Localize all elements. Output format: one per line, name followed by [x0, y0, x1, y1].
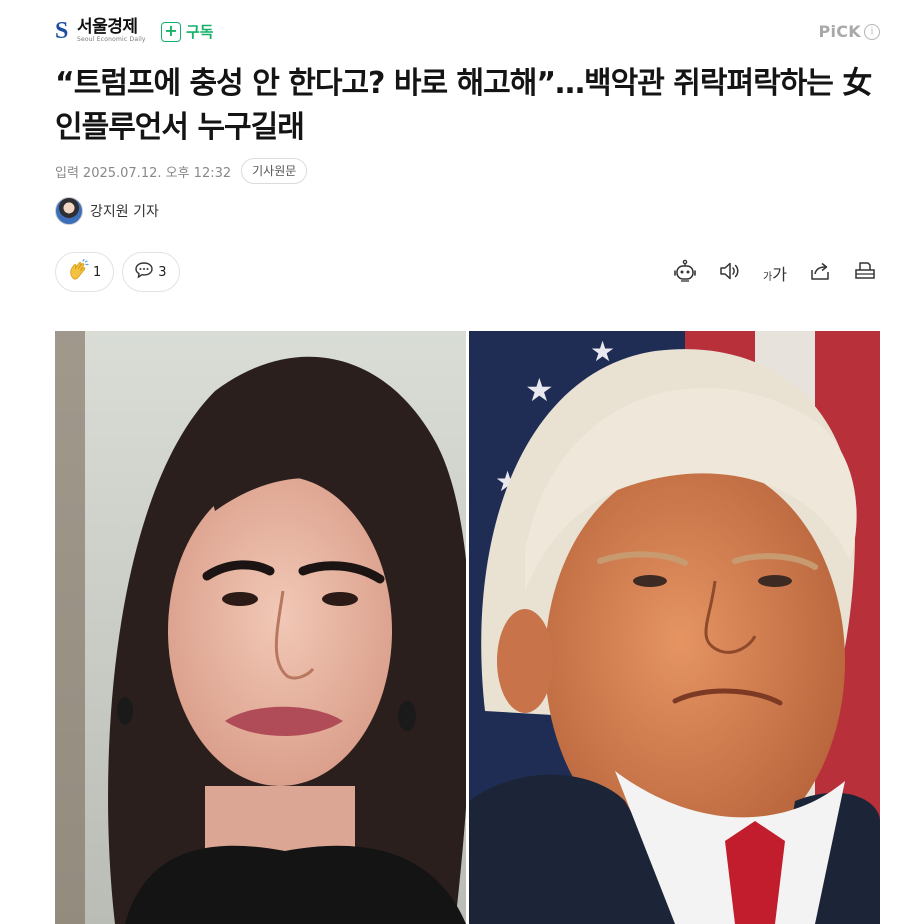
article-toolbar: 가가	[655, 258, 880, 288]
comment-button[interactable]: 3	[122, 252, 180, 292]
article-headline: “트럼프에 충성 안 한다고? 바로 해고해”…백악관 쥐락펴락하는 女 인플루…	[55, 66, 872, 145]
share-button[interactable]	[805, 258, 835, 288]
date-label: 입력	[55, 165, 79, 181]
info-icon[interactable]: i	[864, 23, 880, 40]
article-photo: ★ ★ ★	[55, 331, 880, 924]
author-name: 강지원 기자	[90, 204, 159, 220]
clap-icon	[67, 258, 89, 285]
article-meta: 입력 2025.07.12. 오후 12:32 기사원문	[55, 158, 308, 184]
svg-text:★: ★	[590, 335, 615, 368]
reaction-bar: 1 3	[55, 252, 188, 292]
font-size-button[interactable]: 가가	[760, 258, 790, 288]
font-size-icon: 가가	[763, 265, 787, 284]
print-icon	[853, 259, 877, 287]
share-icon	[808, 259, 832, 287]
publish-date: 2025.07.12. 오후 12:32	[82, 165, 232, 181]
publisher-name: 서울경제	[77, 17, 138, 37]
like-count: 1	[93, 264, 102, 280]
avatar	[55, 197, 83, 225]
pick-badge[interactable]: PiCK i	[818, 22, 880, 41]
speaker-icon	[718, 259, 742, 287]
publisher-logo-mark: S	[55, 18, 69, 44]
publisher-logo[interactable]: S 서울경제 Seoul Economic Daily	[55, 18, 146, 44]
like-button[interactable]: 1	[55, 252, 115, 292]
summary-button[interactable]	[670, 258, 700, 288]
comment-count: 3	[158, 264, 167, 280]
text-to-speech-button[interactable]	[715, 258, 745, 288]
print-button[interactable]	[850, 258, 880, 288]
article-photo-illustration: ★ ★ ★	[55, 331, 880, 924]
subscribe-button[interactable]: + 구독	[161, 21, 214, 42]
publisher-tagline: Seoul Economic Daily	[77, 36, 146, 43]
robot-summary-icon	[672, 258, 698, 288]
plus-icon: +	[161, 21, 181, 42]
pick-label: PiCK	[818, 22, 861, 41]
subscribe-label: 구독	[186, 23, 214, 41]
svg-text:★: ★	[525, 371, 554, 409]
publisher-header: S 서울경제 Seoul Economic Daily + 구독 PiCK i	[55, 18, 880, 48]
author-byline[interactable]: 강지원 기자	[55, 197, 159, 225]
original-article-button[interactable]: 기사원문	[241, 158, 308, 184]
comment-icon	[134, 260, 154, 284]
